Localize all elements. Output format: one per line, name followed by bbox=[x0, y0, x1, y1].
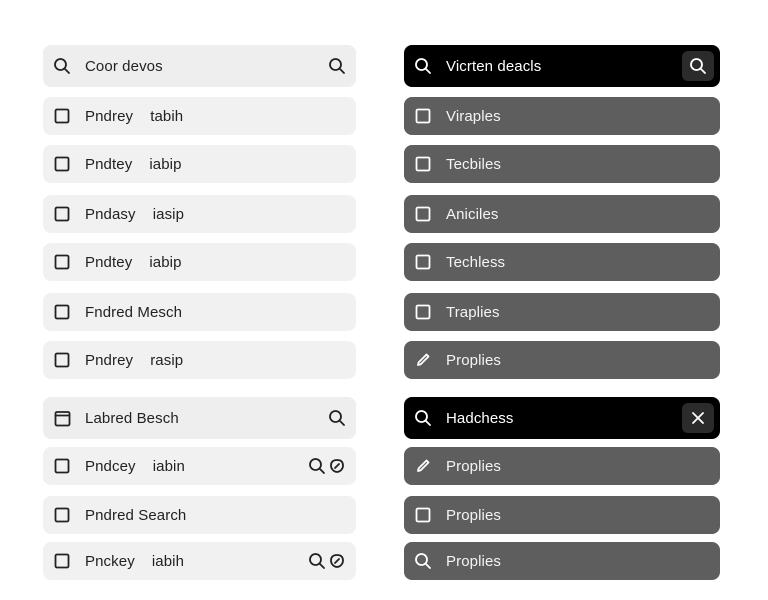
search-icon bbox=[689, 57, 707, 75]
checkbox-icon[interactable] bbox=[53, 155, 71, 173]
checkbox-icon[interactable] bbox=[414, 155, 432, 173]
list-item-label: Pndtey iabip bbox=[85, 155, 182, 173]
search-bar[interactable]: Labred Besch bbox=[43, 397, 356, 439]
list-item-label: Techless bbox=[446, 253, 506, 271]
list-item-label: Pndrey tabih bbox=[85, 107, 184, 125]
list-item-label: Fndred Mesch bbox=[85, 303, 183, 321]
search-icon bbox=[414, 409, 432, 427]
search-bar[interactable]: Coor devos bbox=[43, 45, 356, 87]
list-item-label: Proplies bbox=[446, 506, 501, 524]
checkbox-icon[interactable] bbox=[53, 506, 71, 524]
checkbox-icon[interactable] bbox=[53, 457, 71, 475]
search-input-text[interactable]: Coor devos bbox=[85, 58, 328, 75]
list-item[interactable]: Proplies bbox=[404, 447, 720, 485]
search-icon[interactable] bbox=[308, 552, 326, 570]
list-item-label: Proplies bbox=[446, 457, 501, 475]
checkbox-icon[interactable] bbox=[414, 253, 432, 271]
checkbox-icon[interactable] bbox=[53, 303, 71, 321]
checkbox-icon[interactable] bbox=[414, 107, 432, 125]
search-input-text[interactable]: Vicrten deacls bbox=[446, 58, 682, 75]
list-item[interactable]: Pnckey iabih bbox=[43, 542, 356, 580]
checkbox-icon[interactable] bbox=[53, 552, 71, 570]
search-bar[interactable]: Hadchess bbox=[404, 397, 720, 439]
list-item[interactable]: Tecbiles bbox=[404, 145, 720, 183]
list-item-label: Pndasy iasip bbox=[85, 205, 185, 223]
list-item[interactable]: Proplies bbox=[404, 341, 720, 379]
list-item-label: Pnckey iabih bbox=[85, 552, 185, 570]
search-icon[interactable] bbox=[328, 409, 346, 427]
search-bar[interactable]: Vicrten deacls bbox=[404, 45, 720, 87]
list-item[interactable]: Pndtey iabip bbox=[43, 145, 356, 183]
search-button[interactable] bbox=[682, 51, 714, 81]
list-item-label: Aniciles bbox=[446, 205, 499, 223]
list-item-label: Pndrey rasip bbox=[85, 351, 184, 369]
list-item[interactable]: Pndred Search bbox=[43, 496, 356, 534]
pencil-icon bbox=[414, 351, 432, 369]
list-item[interactable]: Viraples bbox=[404, 97, 720, 135]
tag-icon[interactable] bbox=[328, 552, 346, 570]
checkbox-icon[interactable] bbox=[414, 205, 432, 223]
search-icon[interactable] bbox=[308, 457, 326, 475]
list-item-label: Viraples bbox=[446, 107, 501, 125]
calendar-icon bbox=[53, 409, 71, 427]
list-item[interactable]: Pndrey rasip bbox=[43, 341, 356, 379]
search-icon bbox=[414, 552, 432, 570]
pencil-icon bbox=[414, 457, 432, 475]
list-item[interactable]: Aniciles bbox=[404, 195, 720, 233]
search-icon bbox=[53, 57, 71, 75]
list-item-label: Pndcey iabin bbox=[85, 457, 185, 475]
list-item[interactable]: Pndtey iabip bbox=[43, 243, 356, 281]
checkbox-icon[interactable] bbox=[53, 107, 71, 125]
close-icon bbox=[691, 411, 705, 425]
list-item[interactable]: Pndrey tabih bbox=[43, 97, 356, 135]
checkbox-icon[interactable] bbox=[414, 506, 432, 524]
list-item[interactable]: Proplies bbox=[404, 496, 720, 534]
search-input-text[interactable]: Hadchess bbox=[446, 410, 682, 427]
checkbox-icon[interactable] bbox=[53, 351, 71, 369]
list-item[interactable]: Pndcey iabin bbox=[43, 447, 356, 485]
list-item[interactable]: Proplies bbox=[404, 542, 720, 580]
search-icon bbox=[414, 57, 432, 75]
list-item-label: Proplies bbox=[446, 552, 501, 570]
list-item-label: Traplies bbox=[446, 303, 500, 321]
list-item-label: Pndred Search bbox=[85, 506, 187, 524]
list-item-label: Tecbiles bbox=[446, 155, 501, 173]
list-item[interactable]: Traplies bbox=[404, 293, 720, 331]
checkbox-icon[interactable] bbox=[414, 303, 432, 321]
list-item[interactable]: Fndred Mesch bbox=[43, 293, 356, 331]
clear-search-button[interactable] bbox=[682, 403, 714, 433]
list-item[interactable]: Techless bbox=[404, 243, 720, 281]
tag-icon[interactable] bbox=[328, 457, 346, 475]
list-item-label: Pndtey iabip bbox=[85, 253, 182, 271]
search-icon[interactable] bbox=[328, 57, 346, 75]
checkbox-icon[interactable] bbox=[53, 253, 71, 271]
list-item[interactable]: Pndasy iasip bbox=[43, 195, 356, 233]
checkbox-icon[interactable] bbox=[53, 205, 71, 223]
list-item-label: Proplies bbox=[446, 351, 501, 369]
search-input-text[interactable]: Labred Besch bbox=[85, 410, 328, 427]
